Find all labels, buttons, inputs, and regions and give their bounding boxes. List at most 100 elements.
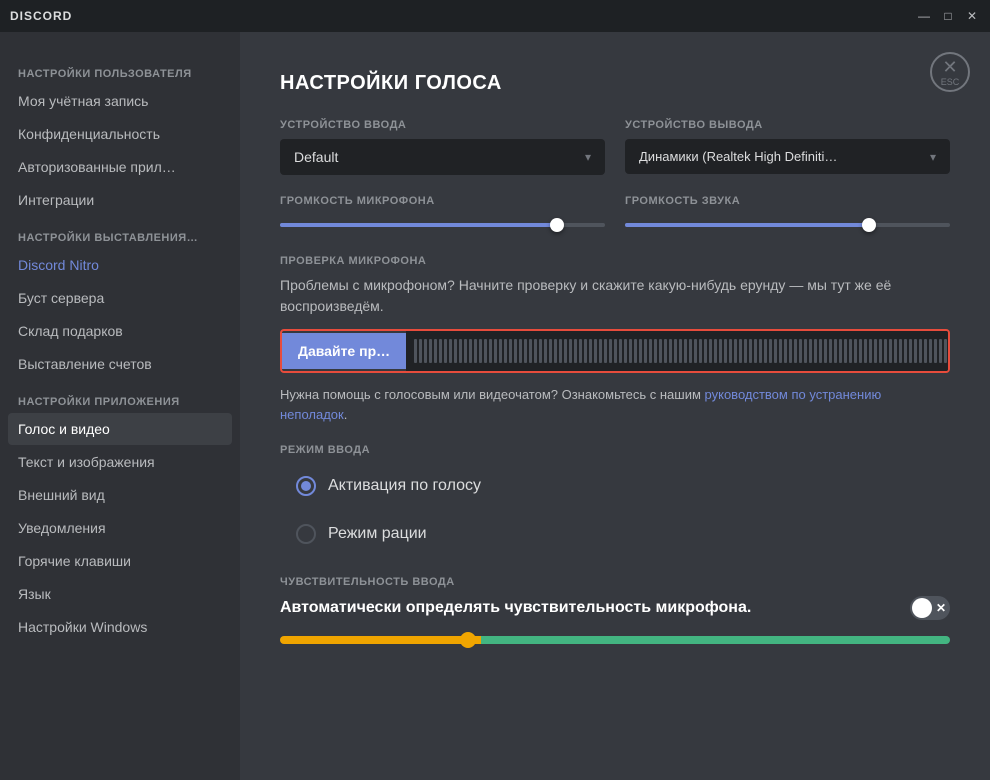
- mic-bar: [414, 339, 417, 363]
- sidebar-item-account[interactable]: Моя учётная запись: [8, 85, 232, 117]
- voice-activation-label: Активация по голосу: [328, 477, 481, 495]
- mic-check-button[interactable]: Давайте пр…: [282, 333, 406, 369]
- mic-bar: [869, 339, 872, 363]
- voice-activation-option[interactable]: Активация по голосу: [280, 464, 950, 508]
- mic-bar: [929, 339, 932, 363]
- mic-bar: [659, 339, 662, 363]
- push-to-talk-option[interactable]: Режим рации: [280, 512, 950, 556]
- mic-bar: [789, 339, 792, 363]
- close-button[interactable]: ✕: [964, 8, 980, 24]
- mic-bar: [884, 339, 887, 363]
- mic-bar: [419, 339, 422, 363]
- mic-bar: [844, 339, 847, 363]
- device-row: УСТРОЙСТВО ВВОДА Default ▾ УСТРОЙСТВО ВЫ…: [280, 119, 950, 175]
- esc-label: ESC: [941, 77, 960, 87]
- mic-bar: [464, 339, 467, 363]
- mic-bar: [864, 339, 867, 363]
- mic-bar: [599, 339, 602, 363]
- mic-bar: [664, 339, 667, 363]
- mic-volume-thumb[interactable]: [550, 218, 564, 232]
- sidebar-item-gifts[interactable]: Склад подарков: [8, 315, 232, 347]
- mic-bar: [569, 339, 572, 363]
- mic-bar: [614, 339, 617, 363]
- mic-bar: [799, 339, 802, 363]
- titlebar: DISCORD — □ ✕: [0, 0, 990, 32]
- mic-bar: [449, 339, 452, 363]
- mic-bar: [639, 339, 642, 363]
- mic-volume-group: ГРОМКОСТЬ МИКРОФОНА: [280, 195, 605, 235]
- sensitivity-row: Автоматически определять чувствительност…: [280, 596, 950, 620]
- mic-bar: [754, 339, 757, 363]
- sidebar-item-boost[interactable]: Буст сервера: [8, 282, 232, 314]
- mic-bar: [894, 339, 897, 363]
- input-mode-section: Активация по голосу Режим рации: [280, 464, 950, 556]
- mic-bar: [529, 339, 532, 363]
- output-device-select[interactable]: Динамики (Realtek High Definition А ▾: [625, 139, 950, 174]
- sidebar-item-notifications[interactable]: Уведомления: [8, 512, 232, 544]
- mic-bar: [689, 339, 692, 363]
- minimize-button[interactable]: —: [916, 8, 932, 24]
- sidebar-item-integrations[interactable]: Интеграции: [8, 184, 232, 216]
- sidebar-item-nitro[interactable]: Discord Nitro: [8, 249, 232, 281]
- mic-volume-slider-container[interactable]: [280, 215, 605, 235]
- input-device-group: УСТРОЙСТВО ВВОДА Default ▾: [280, 119, 605, 175]
- sidebar-item-hotkeys[interactable]: Горячие клавиши: [8, 545, 232, 577]
- mic-bar: [819, 339, 822, 363]
- mic-bar: [684, 339, 687, 363]
- sound-volume-slider-container[interactable]: [625, 215, 950, 235]
- mic-bar: [859, 339, 862, 363]
- mic-bar: [439, 339, 442, 363]
- mic-bar: [779, 339, 782, 363]
- sound-volume-thumb[interactable]: [862, 218, 876, 232]
- mic-bar: [574, 339, 577, 363]
- sidebar-item-appearance[interactable]: Внешний вид: [8, 479, 232, 511]
- sidebar-item-windows[interactable]: Настройки Windows: [8, 611, 232, 643]
- sidebar-item-language[interactable]: Язык: [8, 578, 232, 610]
- app-settings-section-label: НАСТРОЙКИ ПРИЛОЖЕНИЯ: [8, 390, 232, 412]
- mic-bar: [784, 339, 787, 363]
- close-icon: ✕: [942, 58, 957, 76]
- push-to-talk-label: Режим рации: [328, 525, 427, 543]
- mic-bar: [629, 339, 632, 363]
- mic-bar: [914, 339, 917, 363]
- mic-bar: [934, 339, 937, 363]
- mic-bar: [794, 339, 797, 363]
- mic-bar: [769, 339, 772, 363]
- mic-bar: [759, 339, 762, 363]
- mic-bar: [649, 339, 652, 363]
- sidebar-item-apps[interactable]: Авторизованные прил…: [8, 151, 232, 183]
- mic-bar: [644, 339, 647, 363]
- mic-bar: [549, 339, 552, 363]
- mic-bar: [724, 339, 727, 363]
- mic-volume-track: [280, 223, 605, 227]
- sidebar-item-billing[interactable]: Выставление счетов: [8, 348, 232, 380]
- mic-bar: [919, 339, 922, 363]
- voice-activation-radio[interactable]: [296, 476, 316, 496]
- sound-volume-group: ГРОМКОСТЬ ЗВУКА: [625, 195, 950, 235]
- sensitivity-thumb[interactable]: [460, 632, 476, 648]
- mic-bar: [454, 339, 457, 363]
- sidebar-item-voice[interactable]: Голос и видео: [8, 413, 232, 445]
- mic-bar: [739, 339, 742, 363]
- mic-bar: [579, 339, 582, 363]
- mic-bar: [554, 339, 557, 363]
- mic-visualizer: [406, 331, 950, 371]
- maximize-button[interactable]: □: [940, 8, 956, 24]
- mic-bar: [559, 339, 562, 363]
- mic-bar: [609, 339, 612, 363]
- sensitivity-slider[interactable]: [280, 636, 950, 644]
- input-device-select[interactable]: Default ▾: [280, 139, 605, 175]
- mic-bar: [694, 339, 697, 363]
- esc-button[interactable]: ✕ ESC: [930, 52, 970, 92]
- sidebar-item-privacy[interactable]: Конфиденциальность: [8, 118, 232, 150]
- mic-bar: [479, 339, 482, 363]
- toggle-x-icon: ✕: [936, 601, 946, 615]
- push-to-talk-radio[interactable]: [296, 524, 316, 544]
- billing-settings-section-label: НАСТРОЙКИ ВЫСТАВЛЕНИЯ…: [8, 226, 232, 248]
- mic-bar: [469, 339, 472, 363]
- chevron-down-icon: ▾: [585, 150, 591, 164]
- mic-bar: [774, 339, 777, 363]
- auto-sensitivity-toggle[interactable]: ✕: [910, 596, 950, 620]
- sidebar-item-text[interactable]: Текст и изображения: [8, 446, 232, 478]
- mic-bar: [594, 339, 597, 363]
